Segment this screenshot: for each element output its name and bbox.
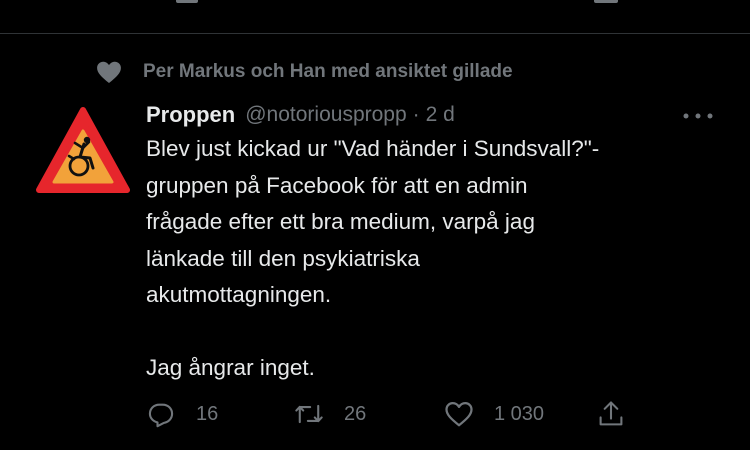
timestamp[interactable]: 2 d: [426, 103, 455, 127]
retweet-button[interactable]: 26: [294, 396, 366, 432]
tweet-text-line: frågade efter ett bra medium, varpå jag: [146, 209, 535, 234]
tweet-text-line: Blev just kickad ur "Vad händer i Sundsv…: [146, 136, 600, 161]
tweet-divider: [0, 33, 750, 34]
retweet-count: 26: [344, 402, 367, 425]
more-button[interactable]: [678, 104, 718, 128]
share-icon: [596, 399, 626, 429]
tweet-text: Blev just kickad ur "Vad händer i Sundsv…: [146, 131, 736, 387]
separator-dot: ·: [412, 103, 420, 126]
reply-icon-stub: [176, 0, 198, 3]
tweet-text-line: länkade till den psykiatriska: [146, 245, 420, 271]
user-handle[interactable]: @notoriouspropp: [245, 103, 406, 127]
share-icon-stub: [594, 0, 618, 3]
like-count: 1 030: [494, 402, 545, 425]
like-button[interactable]: 1 030: [444, 396, 544, 432]
retweet-icon: [294, 399, 324, 429]
tweet-text-line: Jag ångrar inget.: [146, 355, 315, 380]
previous-tweet-actions-stub: [0, 0, 750, 8]
tweet-actions: 16 26 1 030: [146, 396, 646, 432]
social-context-label: Per Markus och Han med ansiktet gillade: [143, 61, 513, 82]
more-icon: [683, 113, 713, 119]
heart-icon: [96, 60, 122, 84]
tweet-header: Proppen @notoriouspropp · 2 d: [146, 98, 455, 132]
tweet-text-line: gruppen på Facebook för att en admin: [146, 172, 528, 198]
reply-count: 16: [196, 402, 219, 425]
reply-button[interactable]: 16: [146, 396, 218, 432]
tweet-text-line: akutmottagningen.: [146, 282, 332, 307]
display-name[interactable]: Proppen: [146, 102, 235, 128]
share-button[interactable]: [596, 396, 626, 432]
social-context[interactable]: Per Markus och Han med ansiktet gillade: [96, 58, 513, 86]
avatar[interactable]: [35, 104, 131, 200]
heart-icon: [444, 399, 474, 429]
reply-icon: [146, 399, 176, 429]
warning-sign-avatar-icon: [36, 107, 130, 193]
